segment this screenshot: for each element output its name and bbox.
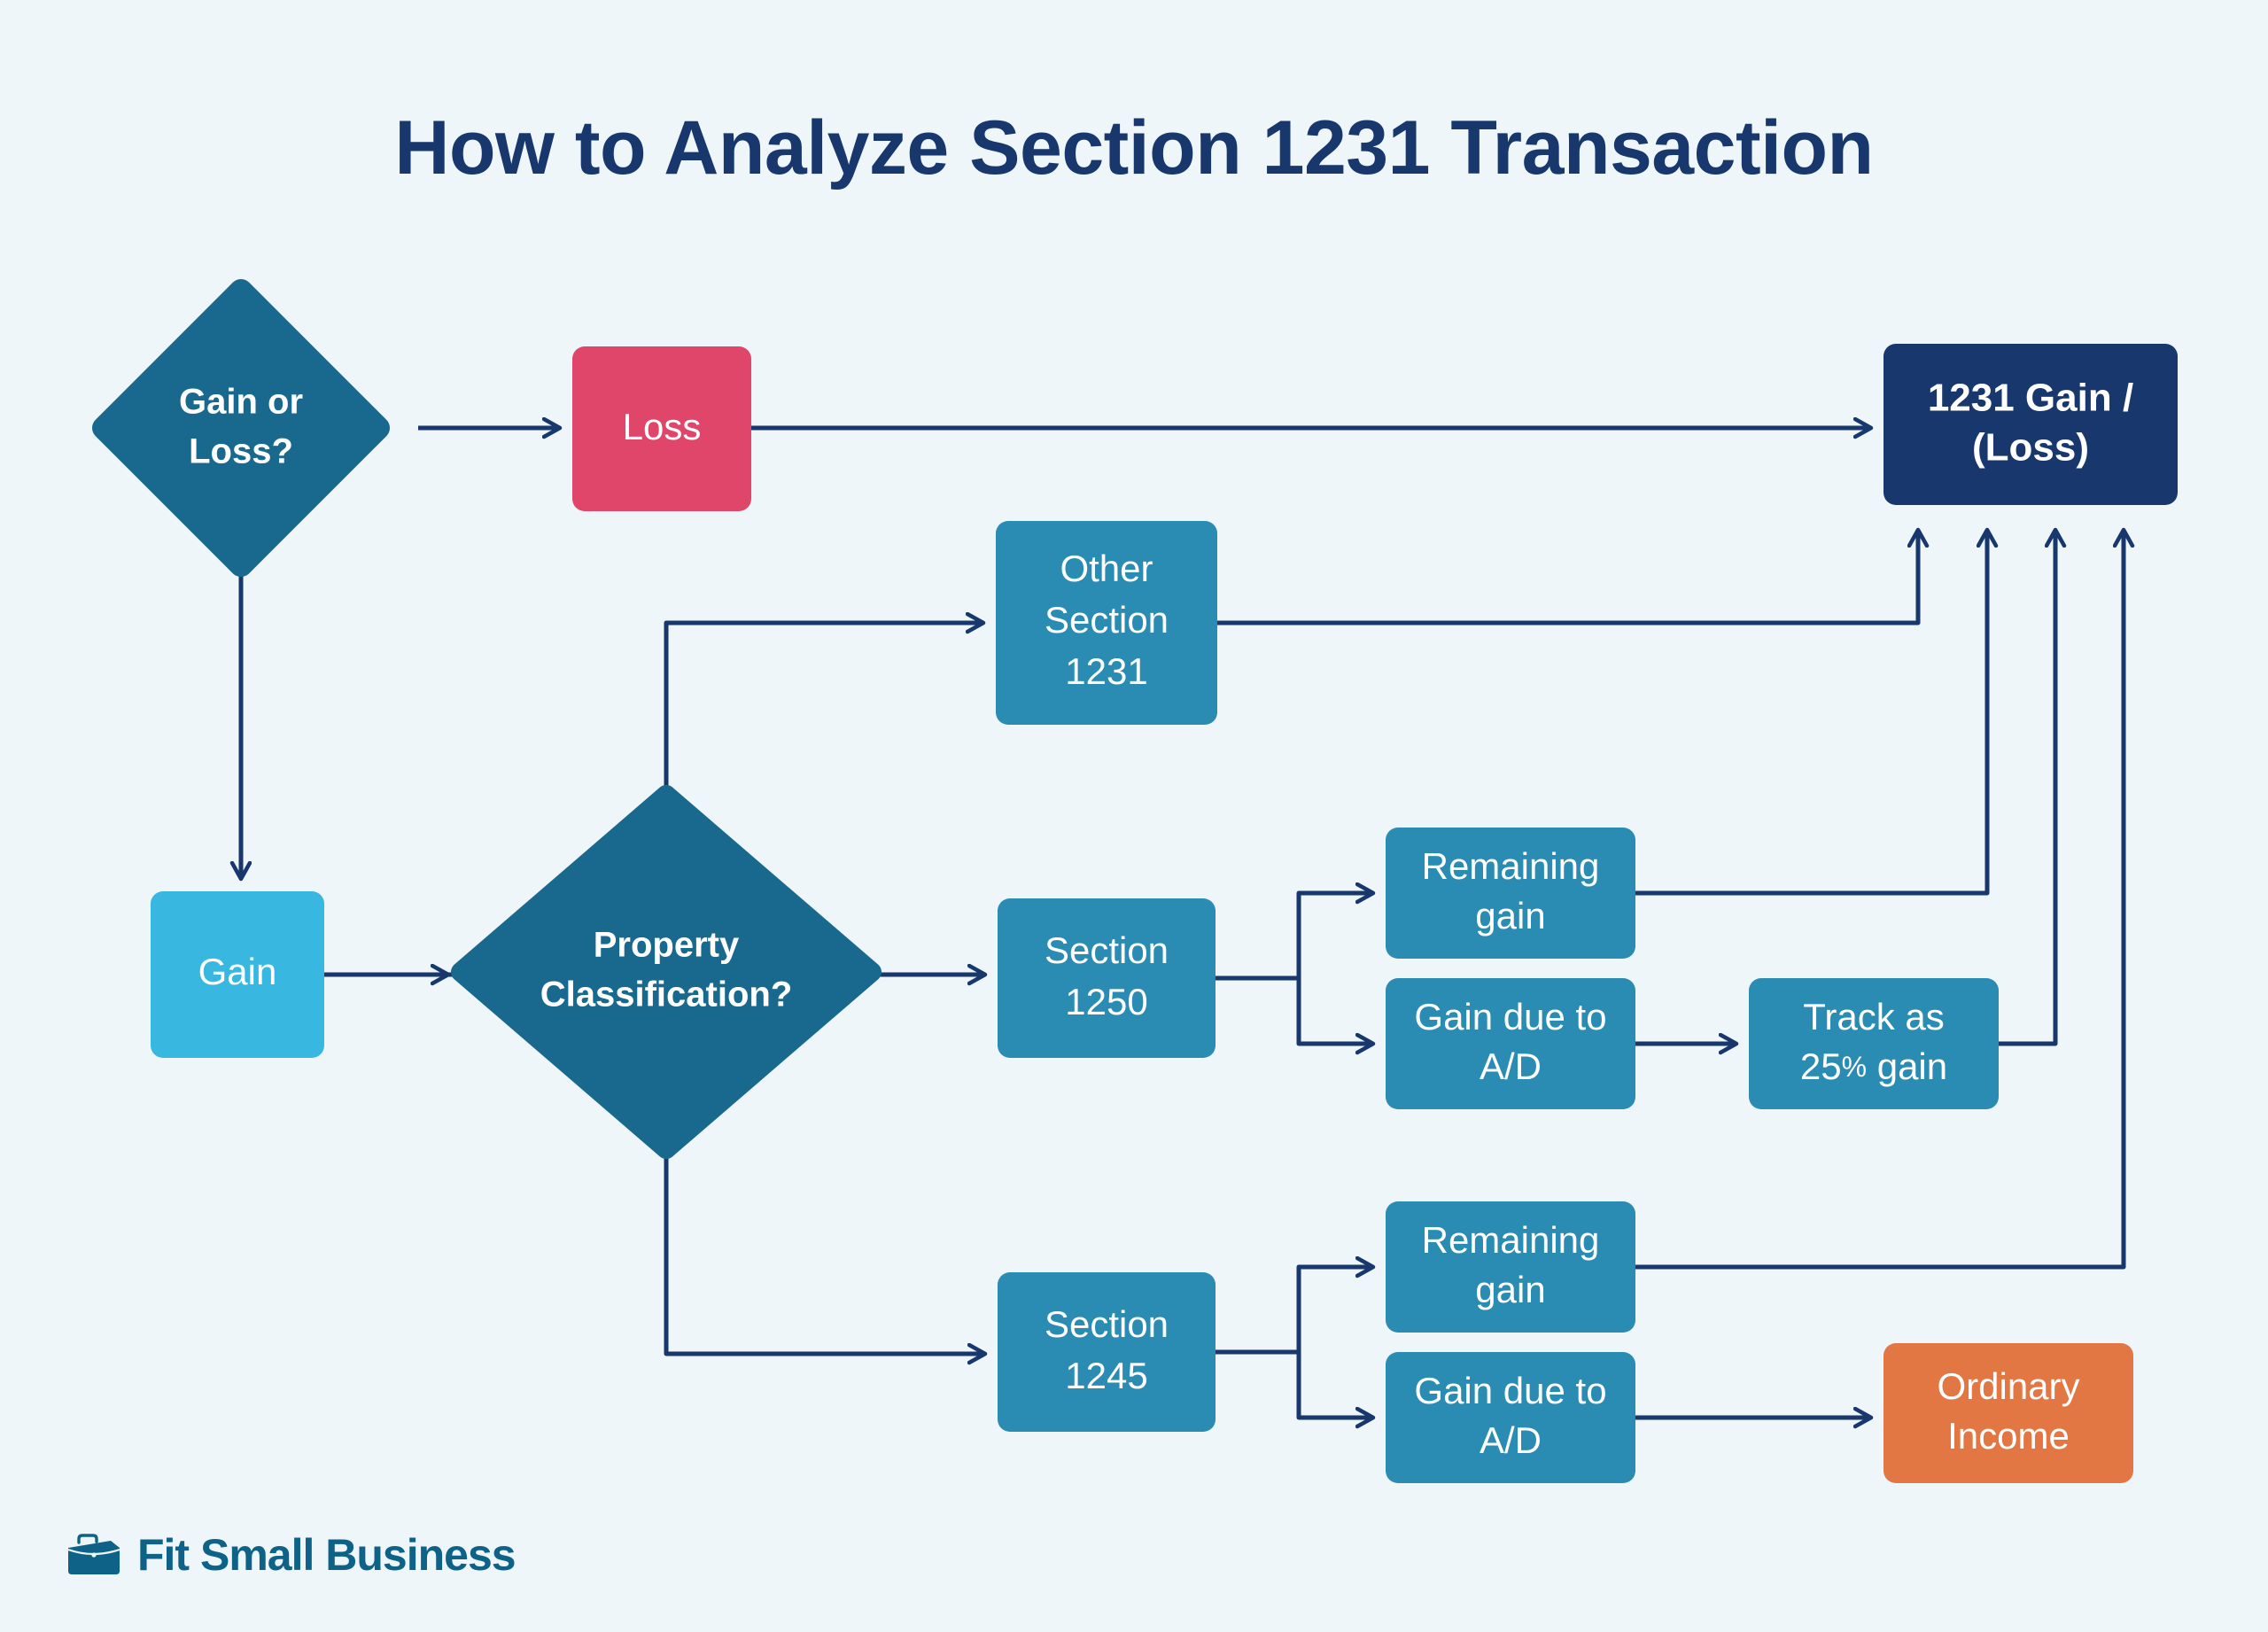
- edge-track25-to-1231: [1999, 530, 2055, 1046]
- remaining-gain-1245-label-line1: Remaining: [1422, 1219, 1600, 1261]
- node-1231-gain-loss[interactable]: 1231 Gain / (Loss): [1884, 344, 2178, 505]
- other-1231-label-line3: 1231: [1065, 650, 1147, 692]
- gain-due-ad-1245-label-line1: Gain due to: [1414, 1370, 1606, 1411]
- remaining-gain-1250-label-line1: Remaining: [1422, 845, 1600, 887]
- gain-or-loss-label-line1: Gain or: [179, 383, 303, 422]
- ordinary-income-box-shape: [1884, 1343, 2133, 1483]
- edge-1245-to-remaining: [1216, 1267, 1373, 1355]
- section-1245-label-line1: Section: [1045, 1303, 1169, 1345]
- brand-logo[interactable]: Fit Small Business: [66, 1529, 517, 1581]
- node-gain-due-to-ad-1245[interactable]: Gain due to A/D: [1386, 1352, 1635, 1483]
- edge-propclass-to-1245: [664, 1149, 985, 1354]
- track-25-label-line1: Track as: [1803, 996, 1944, 1037]
- node-property-classification[interactable]: Property Classification?: [451, 785, 882, 1159]
- brand-logo-text: Fit Small Business: [137, 1530, 517, 1580]
- property-classification-label-line2: Classification?: [540, 975, 793, 1014]
- other-1231-label-line2: Section: [1045, 599, 1169, 641]
- gain-or-loss-label-line2: Loss?: [189, 432, 293, 471]
- gain-loss-1231-label-line1: 1231 Gain /: [1928, 377, 2133, 420]
- edge-propclass-to-other1231: [664, 623, 983, 795]
- edge-1245-to-gainad: [1216, 1349, 1373, 1418]
- node-gain[interactable]: Gain: [151, 891, 324, 1058]
- gain-loss-1231-box-shape: [1884, 344, 2178, 505]
- track-25-label-line2: 25% gain: [1800, 1045, 1947, 1087]
- node-section-1245[interactable]: Section 1245: [998, 1272, 1216, 1432]
- node-gain-or-loss[interactable]: Gain or Loss?: [92, 279, 390, 577]
- gain-loss-1231-label-line2: (Loss): [1972, 426, 2089, 470]
- ordinary-income-label-line2: Income: [1947, 1415, 2070, 1457]
- track-25-suffix: gain: [1867, 1045, 1947, 1087]
- property-classification-diamond-shape: [451, 785, 882, 1159]
- edge-remaining1245-to-1231: [1635, 530, 2124, 1270]
- gain-due-ad-1250-label-line1: Gain due to: [1414, 996, 1606, 1037]
- flowchart-page: How to Analyze Section 1231 Transaction: [0, 0, 2268, 1632]
- edge-remaining1250-to-1231: [1635, 530, 1987, 896]
- track-25-number: 25: [1800, 1045, 1842, 1087]
- briefcase-icon: [67, 1534, 120, 1574]
- node-section-1250[interactable]: Section 1250: [998, 898, 1216, 1058]
- node-remaining-gain-1250[interactable]: Remaining gain: [1386, 828, 1635, 959]
- section-1245-label-line2: 1245: [1065, 1355, 1147, 1396]
- gain-or-loss-diamond-shape: [92, 279, 390, 577]
- node-other-section-1231[interactable]: Other Section 1231: [996, 521, 1217, 725]
- loss-label: Loss: [623, 406, 702, 447]
- section-1250-label-line2: 1250: [1065, 981, 1147, 1022]
- ordinary-income-label-line1: Ordinary: [1937, 1365, 2079, 1407]
- node-gain-due-to-ad-1250[interactable]: Gain due to A/D: [1386, 978, 1635, 1109]
- node-ordinary-income[interactable]: Ordinary Income: [1884, 1343, 2133, 1483]
- section-1245-box-shape: [998, 1272, 1216, 1432]
- edge-1250-to-remaining: [1216, 893, 1373, 981]
- flowchart-canvas: Gain or Loss? Loss 1231 Gain / (Loss) Ot…: [92, 279, 2178, 1483]
- gain-label: Gain: [198, 951, 277, 992]
- remaining-gain-1250-label-line2: gain: [1475, 895, 1545, 936]
- section-1250-label-line1: Section: [1045, 929, 1169, 971]
- edge-1250-to-gainad: [1216, 975, 1373, 1044]
- gain-due-ad-1245-label-line2: A/D: [1480, 1419, 1542, 1461]
- node-track-as-25-gain[interactable]: Track as 25% gain: [1749, 978, 1999, 1109]
- node-loss[interactable]: Loss: [572, 346, 751, 511]
- node-remaining-gain-1245[interactable]: Remaining gain: [1386, 1201, 1635, 1333]
- other-1231-label-line1: Other: [1060, 548, 1153, 589]
- gain-due-ad-1250-label-line2: A/D: [1480, 1045, 1542, 1087]
- edge-other1231-to-1231: [1217, 530, 1918, 626]
- percent-symbol: %: [1842, 1051, 1867, 1083]
- remaining-gain-1245-label-line2: gain: [1475, 1269, 1545, 1310]
- property-classification-label-line1: Property: [594, 926, 740, 965]
- section-1250-box-shape: [998, 898, 1216, 1058]
